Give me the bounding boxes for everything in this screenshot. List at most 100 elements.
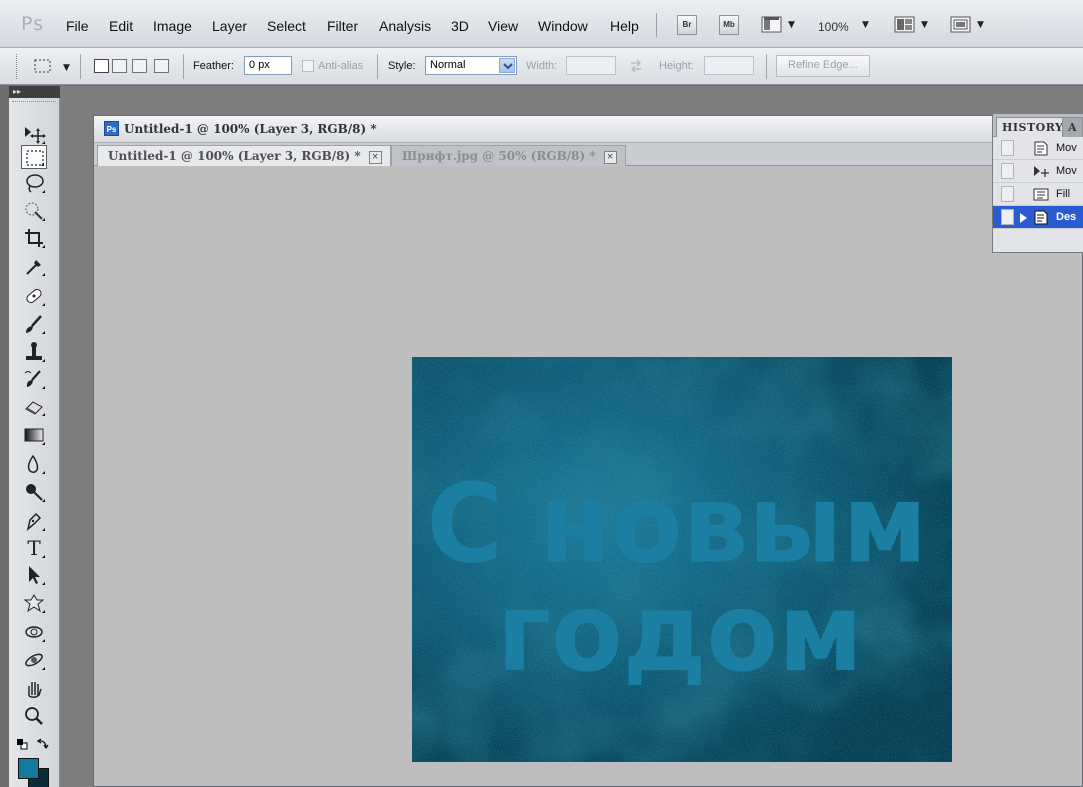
foreground-color-swatch[interactable] bbox=[18, 758, 39, 779]
history-row-selected[interactable]: Des bbox=[993, 206, 1083, 229]
spot-healing-brush-tool-icon[interactable] bbox=[21, 284, 47, 308]
menu-file[interactable]: File bbox=[66, 18, 89, 34]
history-row[interactable]: Mov bbox=[993, 160, 1083, 183]
menu-image[interactable]: Image bbox=[153, 18, 192, 34]
arrange-documents-icon[interactable] bbox=[894, 15, 916, 35]
new-selection-icon[interactable] bbox=[94, 59, 109, 73]
canvas-image[interactable]: С новым годом bbox=[412, 357, 952, 762]
tab-untitled-1[interactable]: Untitled-1 @ 100% (Layer 3, RGB/8) * × bbox=[97, 145, 391, 166]
eyedropper-tool-icon[interactable] bbox=[21, 254, 47, 278]
history-snapshot-checkbox[interactable] bbox=[1001, 140, 1014, 156]
history-label: Mov bbox=[1056, 165, 1077, 177]
history-label: Mov bbox=[1056, 142, 1077, 154]
menu-3d[interactable]: 3D bbox=[451, 18, 469, 34]
eraser-tool-icon[interactable] bbox=[21, 394, 47, 418]
tab-label: Untitled-1 @ 100% (Layer 3, RGB/8) * bbox=[108, 149, 361, 163]
tool-flyout-indicator bbox=[42, 245, 45, 248]
arrange-dropdown-icon[interactable]: ▼ bbox=[921, 20, 928, 30]
chevron-down-icon[interactable] bbox=[499, 58, 515, 73]
canvas-text-line-2: годом bbox=[497, 570, 863, 697]
menubar-separator bbox=[656, 13, 657, 37]
intersect-selection-icon[interactable] bbox=[154, 59, 169, 73]
menu-layer[interactable]: Layer bbox=[212, 18, 247, 34]
screen-mode-icon[interactable] bbox=[950, 15, 972, 35]
height-label: Height: bbox=[659, 60, 694, 72]
options-separator bbox=[183, 54, 184, 79]
zoom-level-menu[interactable]: 100% bbox=[818, 20, 849, 34]
default-colors-icon[interactable] bbox=[16, 738, 28, 750]
history-row[interactable]: Mov bbox=[993, 137, 1083, 160]
history-snapshot-checkbox[interactable] bbox=[1001, 186, 1014, 202]
swap-dimensions-icon[interactable] bbox=[629, 59, 643, 73]
crop-tool-icon[interactable] bbox=[21, 226, 47, 250]
clone-stamp-tool-icon[interactable] bbox=[21, 340, 47, 364]
extras-dropdown-icon[interactable]: ▼ bbox=[788, 20, 795, 30]
width-input[interactable] bbox=[566, 56, 616, 75]
menu-view[interactable]: View bbox=[488, 18, 518, 34]
width-label: Width: bbox=[526, 60, 558, 72]
subtract-from-selection-icon[interactable] bbox=[132, 59, 147, 73]
extras-icon[interactable] bbox=[761, 15, 783, 35]
swap-colors-icon[interactable] bbox=[36, 737, 50, 751]
type-tool-icon[interactable]: T bbox=[21, 536, 47, 560]
menu-select[interactable]: Select bbox=[267, 18, 306, 34]
path-selection-tool-icon[interactable] bbox=[21, 563, 47, 587]
screen-mode-dropdown-icon[interactable]: ▼ bbox=[977, 20, 984, 30]
tools-collapse-icon[interactable]: ▸▸ bbox=[9, 86, 60, 98]
gradient-tool-icon[interactable] bbox=[21, 423, 47, 447]
pen-tool-icon[interactable] bbox=[21, 509, 47, 533]
document-ps-icon: Ps bbox=[104, 121, 119, 136]
refine-edge-button[interactable]: Refine Edge... bbox=[776, 55, 870, 77]
tool-flyout-indicator bbox=[42, 442, 45, 445]
rectangular-marquee-tool-icon[interactable] bbox=[21, 145, 47, 169]
style-select[interactable]: Normal bbox=[425, 56, 517, 75]
history-label: Des bbox=[1056, 211, 1077, 223]
3d-orbit-tool-icon[interactable] bbox=[21, 648, 47, 672]
close-icon[interactable]: × bbox=[368, 151, 382, 164]
3d-rotate-tool-icon[interactable] bbox=[21, 620, 47, 644]
menu-window[interactable]: Window bbox=[538, 18, 588, 34]
tool-flyout-indicator bbox=[42, 141, 45, 144]
lasso-tool-icon[interactable] bbox=[21, 171, 47, 195]
history-snapshot-checkbox[interactable] bbox=[1001, 209, 1014, 225]
tool-flyout-indicator bbox=[42, 667, 45, 670]
custom-shape-tool-icon[interactable] bbox=[21, 591, 47, 615]
tab-history[interactable]: HISTORY bbox=[996, 117, 1070, 137]
tab-shrift-jpg[interactable]: Шрифт.jpg @ 50% (RGB/8) * × bbox=[391, 145, 626, 166]
menu-help[interactable]: Help bbox=[610, 18, 639, 34]
fill-icon bbox=[1033, 187, 1049, 202]
anti-alias-checkbox[interactable] bbox=[302, 60, 314, 72]
tab-actions[interactable]: A bbox=[1062, 117, 1083, 137]
feather-input[interactable]: 0 px bbox=[244, 56, 292, 75]
tool-preset-dropdown-icon[interactable]: ▼ bbox=[63, 63, 70, 73]
tool-flyout-indicator bbox=[42, 359, 45, 362]
zoom-tool-icon[interactable] bbox=[21, 704, 47, 728]
menu-filter[interactable]: Filter bbox=[327, 18, 358, 34]
move-tool-icon[interactable] bbox=[21, 122, 47, 146]
tool-flyout-indicator bbox=[42, 218, 45, 221]
tool-flyout-indicator bbox=[42, 610, 45, 613]
history-row[interactable]: Fill bbox=[993, 183, 1083, 206]
options-bar: ▼ Feather: 0 px Anti-alias Style: Normal… bbox=[0, 48, 1083, 85]
add-to-selection-icon[interactable] bbox=[112, 59, 127, 73]
brush-tool-icon[interactable] bbox=[21, 312, 47, 336]
height-input[interactable] bbox=[704, 56, 754, 75]
menu-edit[interactable]: Edit bbox=[109, 18, 133, 34]
mini-bridge-button[interactable]: Mb bbox=[719, 15, 739, 35]
dodge-tool-icon[interactable] bbox=[21, 480, 47, 504]
close-icon[interactable]: × bbox=[603, 151, 617, 164]
zoom-dropdown-icon[interactable]: ▼ bbox=[862, 20, 869, 30]
document-titlebar[interactable]: Ps Untitled-1 @ 100% (Layer 3, RGB/8) * bbox=[94, 116, 1082, 143]
tool-preset-picker-icon[interactable] bbox=[33, 57, 55, 75]
tool-flyout-indicator bbox=[42, 639, 45, 642]
history-brush-tool-icon[interactable] bbox=[21, 367, 47, 391]
tool-flyout-indicator bbox=[42, 303, 45, 306]
blur-tool-icon[interactable] bbox=[21, 452, 47, 476]
history-brush-source-icon bbox=[1020, 213, 1027, 223]
bridge-button[interactable]: Br bbox=[677, 15, 697, 35]
history-snapshot-checkbox[interactable] bbox=[1001, 163, 1014, 179]
history-tab-bar: HISTORY A bbox=[993, 114, 1083, 137]
menu-analysis[interactable]: Analysis bbox=[379, 18, 431, 34]
hand-tool-icon[interactable] bbox=[21, 676, 47, 700]
quick-selection-tool-icon[interactable] bbox=[21, 199, 47, 223]
